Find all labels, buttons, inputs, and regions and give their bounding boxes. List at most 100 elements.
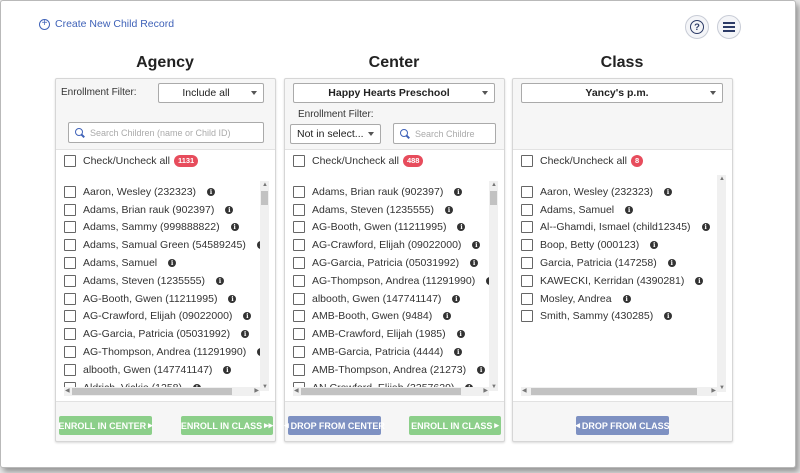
list-item[interactable]: AMB-Garcia, Patricia (4444) i — [293, 343, 494, 361]
scroll-down-icon[interactable]: ▼ — [719, 385, 725, 391]
info-icon[interactable]: i — [650, 241, 659, 250]
list-item[interactable]: Mosley, Andrea i — [521, 290, 710, 308]
scroll-thumb[interactable] — [261, 191, 268, 205]
list-item[interactable]: Boop, Betty (000123) i — [521, 236, 710, 254]
checkbox[interactable] — [293, 155, 305, 167]
info-icon[interactable]: i — [622, 294, 631, 303]
list-item[interactable]: KAWECKI, Kerridan (4390281) i — [521, 272, 710, 290]
info-icon[interactable]: i — [228, 294, 237, 303]
checkbox[interactable] — [64, 221, 76, 234]
list-item[interactable]: Garcia, Patricia (147258) i — [521, 254, 710, 272]
checkbox[interactable] — [293, 363, 305, 376]
list-item[interactable]: AG-Garcia, Patricia (05031992) i — [64, 325, 265, 343]
center-search[interactable] — [393, 123, 496, 144]
scroll-up-icon[interactable]: ▲ — [262, 182, 268, 188]
list-item[interactable]: Adams, Steven (1235555) i — [293, 201, 494, 219]
center-enroll-in-class-button[interactable]: ENROLL IN CLASS ▸ — [409, 416, 501, 435]
agency-checkall[interactable]: Check/Uncheck all 1131 — [64, 155, 199, 167]
scroll-left-icon[interactable]: ◀ — [65, 388, 70, 394]
agency-filter-select[interactable]: Include all — [158, 83, 264, 103]
info-icon[interactable]: i — [223, 365, 232, 374]
info-icon[interactable]: i — [667, 259, 676, 268]
list-item[interactable]: Adams, Steven (1235555) i — [64, 272, 265, 290]
checkbox[interactable] — [521, 221, 533, 234]
horizontal-scrollbar[interactable]: ◀ ▶ — [64, 387, 260, 396]
info-icon[interactable]: i — [243, 312, 252, 321]
agency-search-input[interactable] — [90, 127, 263, 138]
list-item[interactable]: albooth, Gwen (147741147) i — [293, 290, 494, 308]
scroll-thumb[interactable] — [301, 388, 461, 395]
checkbox[interactable] — [64, 346, 76, 359]
info-icon[interactable]: i — [241, 330, 250, 339]
info-icon[interactable]: i — [470, 259, 479, 268]
checkbox[interactable] — [293, 203, 305, 216]
checkbox[interactable] — [521, 203, 533, 216]
scroll-up-icon[interactable]: ▲ — [491, 182, 497, 188]
vertical-scrollbar[interactable]: ▲ ▼ — [260, 181, 269, 391]
scroll-right-icon[interactable]: ▶ — [711, 388, 716, 394]
enroll-in-center-button[interactable]: ENROLL IN CENTER ▸ — [58, 416, 153, 435]
drop-from-center-button[interactable]: ◂ DROP FROM CENTER — [284, 416, 385, 435]
list-item[interactable]: Adams, Brian rauk (902397) i — [64, 201, 265, 219]
info-icon[interactable]: i — [472, 241, 481, 250]
checkbox[interactable] — [64, 274, 76, 287]
help-button[interactable]: ? — [685, 15, 709, 39]
checkbox[interactable] — [293, 221, 305, 234]
horizontal-scrollbar[interactable]: ◀ ▶ — [293, 387, 489, 396]
checkbox[interactable] — [293, 274, 305, 287]
checkbox[interactable] — [521, 310, 533, 323]
list-item[interactable]: AMB-Thompson, Andrea (21273) i — [293, 361, 494, 379]
checkbox[interactable] — [293, 310, 305, 323]
scroll-right-icon[interactable]: ▶ — [483, 388, 488, 394]
center-filter-select[interactable]: Not in select... — [290, 124, 381, 144]
checkbox[interactable] — [521, 185, 533, 198]
list-item[interactable]: AG-Booth, Gwen (11211995) i — [64, 290, 265, 308]
scroll-right-icon[interactable]: ▶ — [254, 388, 259, 394]
checkbox[interactable] — [64, 310, 76, 323]
checkbox[interactable] — [293, 257, 305, 270]
list-item[interactable]: AG-Crawford, Elijah (09022000) i — [293, 236, 494, 254]
checkbox[interactable] — [293, 328, 305, 341]
menu-button[interactable] — [717, 15, 741, 39]
checkbox[interactable] — [293, 292, 305, 305]
scroll-thumb[interactable] — [72, 388, 232, 395]
info-icon[interactable]: i — [456, 330, 465, 339]
list-item[interactable]: albooth, Gwen (147741147) i — [64, 361, 265, 379]
list-item[interactable]: AMB-Booth, Gwen (9484) i — [293, 308, 494, 326]
info-icon[interactable]: i — [452, 294, 461, 303]
list-item[interactable]: AG-Thompson, Andrea (11291990)i — [293, 272, 495, 290]
checkbox[interactable] — [64, 328, 76, 341]
list-item[interactable]: AG-Crawford, Elijah (09022000) i — [64, 308, 265, 326]
checkbox[interactable] — [64, 363, 76, 376]
center-search-input[interactable] — [415, 128, 495, 139]
info-icon[interactable]: i — [443, 312, 452, 321]
checkbox[interactable] — [293, 346, 305, 359]
checkbox[interactable] — [521, 274, 533, 287]
scroll-down-icon[interactable]: ▼ — [262, 384, 268, 390]
create-child-link[interactable]: + Create New Child Record — [39, 18, 174, 30]
scroll-down-icon[interactable]: ▼ — [491, 384, 497, 390]
checkbox[interactable] — [64, 239, 76, 252]
drop-from-class-button[interactable]: ◂ DROP FROM CLASS — [575, 416, 670, 435]
list-item[interactable]: Adams, Sammy (999888822) i — [64, 219, 265, 237]
class-checkall[interactable]: Check/Uncheck all 8 — [521, 155, 644, 167]
list-item[interactable]: Adams, Samuel i — [521, 201, 710, 219]
info-icon[interactable]: i — [207, 187, 216, 196]
list-item[interactable]: AMB-Crawford, Elijah (1985) i — [293, 325, 494, 343]
checkbox[interactable] — [64, 155, 76, 167]
info-icon[interactable]: i — [230, 223, 239, 232]
info-icon[interactable]: i — [701, 223, 710, 232]
list-item[interactable]: Aaron, Wesley (232323) i — [64, 183, 265, 201]
list-item[interactable]: AG-Garcia, Patricia (05031992) i — [293, 254, 494, 272]
info-icon[interactable]: i — [454, 348, 463, 357]
info-icon[interactable]: i — [477, 365, 486, 374]
class-select[interactable]: Yancy's p.m. — [521, 83, 723, 103]
info-icon[interactable]: i — [445, 205, 453, 214]
checkbox[interactable] — [293, 185, 305, 198]
center-checkall[interactable]: Check/Uncheck all 488 — [293, 155, 424, 167]
list-item[interactable]: Adams, Samual Green (54589245)i — [64, 236, 265, 254]
checkbox[interactable] — [64, 257, 76, 270]
scroll-thumb[interactable] — [531, 388, 697, 395]
vertical-scrollbar[interactable]: ▲ ▼ — [489, 181, 498, 391]
list-item[interactable]: AG-Thompson, Andrea (11291990)i — [64, 343, 266, 361]
